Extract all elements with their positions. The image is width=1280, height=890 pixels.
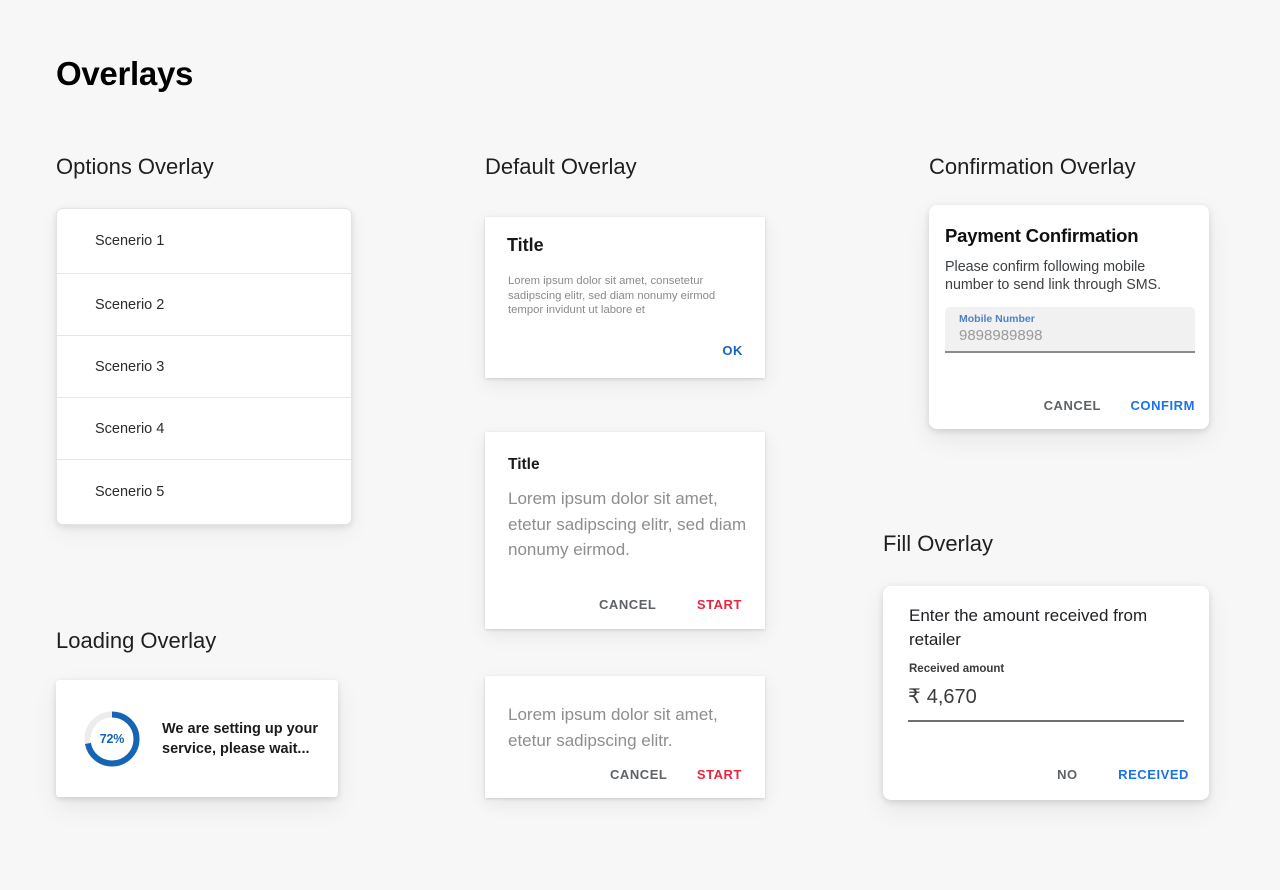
page-title: Overlays (56, 55, 194, 92)
default-overlay-card-2: Title Lorem ipsum dolor sit amet, etetur… (485, 432, 765, 629)
confirm-button[interactable]: CONFIRM (1130, 398, 1195, 413)
dialog-title: Enter the amount received from retailer (909, 606, 1148, 649)
fill-overlay-card: Enter the amount received from retailer … (883, 586, 1209, 800)
mobile-number-value: 9898989898 (959, 327, 1043, 344)
dialog-actions: CANCEL START (610, 766, 742, 784)
received-amount-label: Received amount (909, 663, 1005, 675)
progress-percent-label: 72% (99, 731, 125, 746)
dialog-title: Title (507, 235, 544, 255)
dialog-body: Lorem ipsum dolor sit amet, consetetur s… (508, 275, 716, 316)
list-item[interactable]: Scenerio 2 (57, 274, 351, 336)
list-item[interactable]: Scenerio 4 (57, 398, 351, 460)
loading-message: We are setting up your service, please w… (162, 720, 319, 757)
currency-symbol: ₹ (908, 686, 921, 708)
dialog-actions: NO RECEIVED (1057, 766, 1189, 784)
default-overlay-card-3: Lorem ipsum dolor sit amet, etetur sadip… (485, 676, 765, 798)
dialog-title: Title (508, 456, 540, 473)
list-item[interactable]: Scenerio 1 (57, 209, 351, 274)
confirmation-overlay-card: Payment Confirmation Please confirm foll… (929, 205, 1209, 429)
dialog-body: Lorem ipsum dolor sit amet, etetur sadip… (508, 705, 718, 750)
received-button[interactable]: RECEIVED (1118, 767, 1189, 782)
dialog-actions: CANCEL CONFIRM (1044, 397, 1195, 415)
dialog-subtitle: Please confirm following mobile number t… (945, 259, 1162, 293)
received-amount-field[interactable]: ₹4,670 (908, 684, 1184, 722)
list-item[interactable]: Scenerio 3 (57, 336, 351, 398)
cancel-button[interactable]: CANCEL (1044, 398, 1101, 413)
dialog-actions: CANCEL START (599, 596, 742, 614)
dialog-actions: OK (722, 342, 743, 360)
cancel-button[interactable]: CANCEL (610, 767, 667, 782)
ok-button[interactable]: OK (722, 343, 743, 358)
start-button[interactable]: START (697, 767, 742, 782)
start-button[interactable]: START (697, 597, 742, 612)
dialog-title: Payment Confirmation (945, 225, 1139, 246)
default-overlay-card-1: Title Lorem ipsum dolor sit amet, conset… (485, 217, 765, 378)
mobile-number-field[interactable]: Mobile Number 9898989898 (945, 307, 1195, 353)
cancel-button[interactable]: CANCEL (599, 597, 656, 612)
dialog-body: Lorem ipsum dolor sit amet, etetur sadip… (508, 489, 747, 559)
loading-overlay-card: 72% We are setting up your service, plea… (56, 680, 338, 797)
list-item[interactable]: Scenerio 5 (57, 460, 351, 524)
mobile-number-label: Mobile Number (959, 313, 1035, 325)
no-button[interactable]: NO (1057, 767, 1078, 782)
circular-progress-icon: 72% (82, 709, 142, 769)
section-title-confirmation-overlay: Confirmation Overlay (929, 154, 1136, 179)
section-title-options-overlay: Options Overlay (56, 154, 214, 179)
section-title-loading-overlay: Loading Overlay (56, 628, 217, 653)
received-amount-value: 4,670 (926, 686, 977, 708)
section-title-default-overlay: Default Overlay (485, 154, 637, 179)
options-overlay-card: Scenerio 1 Scenerio 2 Scenerio 3 Sceneri… (56, 208, 352, 525)
section-title-fill-overlay: Fill Overlay (883, 531, 994, 556)
